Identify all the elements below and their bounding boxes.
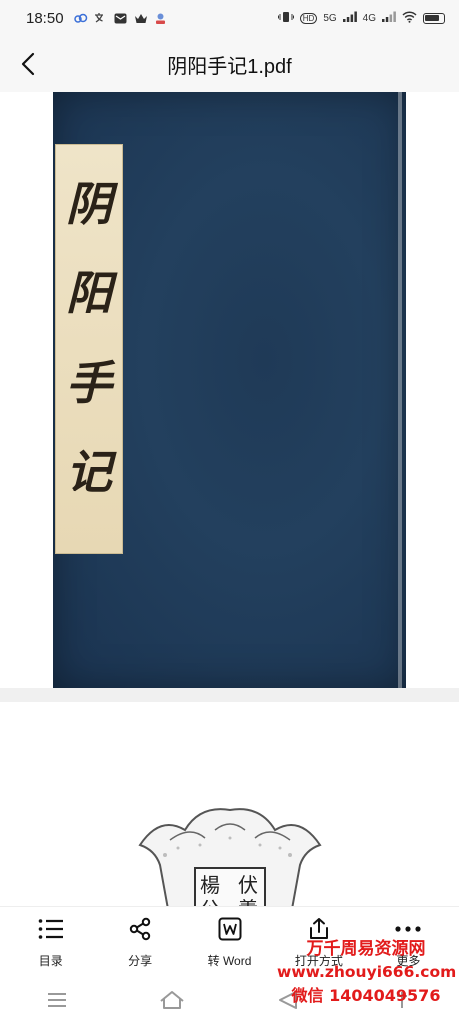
share-icon xyxy=(126,915,154,943)
cover-title-slip: 阴 阳 手 记 xyxy=(55,144,123,554)
open-with-button[interactable]: 打开方式 xyxy=(274,915,363,969)
recent-apps-button[interactable] xyxy=(37,984,77,1016)
pdf-viewer[interactable]: 阴 阳 手 记 伏 羲 楊 公 xyxy=(0,92,459,906)
signal-icon-2 xyxy=(382,11,396,25)
back-nav-icon xyxy=(278,991,297,1009)
back-button[interactable] xyxy=(0,36,56,92)
seal-char: 公 xyxy=(200,897,220,906)
status-right-group: HD 5G 4G xyxy=(277,10,445,26)
share-label: 分享 xyxy=(128,953,153,968)
open-with-icon xyxy=(305,915,333,943)
status-bar: 18:50 HD 5G 4G xyxy=(0,0,459,36)
network-4g-label: 4G xyxy=(362,12,376,24)
nav-extra-button[interactable] xyxy=(382,984,422,1016)
cover-spine-edge xyxy=(398,92,402,688)
seal-char: 羲 xyxy=(238,897,258,906)
document-title: 阴阳手记1.pdf xyxy=(167,55,292,78)
home-button[interactable] xyxy=(152,984,192,1016)
seal-char: 伏 xyxy=(238,873,258,897)
seal-illustration: 伏 羲 楊 公 xyxy=(138,808,322,906)
home-icon xyxy=(160,991,184,1009)
toc-icon xyxy=(37,915,65,943)
seal-char: 楊 xyxy=(200,873,220,897)
convert-word-button[interactable]: 转 Word xyxy=(185,915,274,969)
back-arrow-icon xyxy=(21,52,35,76)
vibrate-icon xyxy=(277,11,294,26)
back-nav-button[interactable] xyxy=(267,984,307,1016)
network-5g-label: 5G xyxy=(323,12,337,24)
share-button[interactable]: 分享 xyxy=(95,915,184,969)
more-button[interactable]: 更多 xyxy=(364,915,453,969)
menu-icon xyxy=(48,993,67,1007)
cloud-icon xyxy=(73,11,88,25)
pdf-page-2: 伏 羲 楊 公 xyxy=(0,702,459,906)
toc-label: 目录 xyxy=(38,953,63,968)
pdf-page-cover: 阴 阳 手 记 xyxy=(53,92,406,688)
nav-extra-icon xyxy=(396,992,407,1008)
more-label: 更多 xyxy=(396,953,421,968)
convert-word-label: 转 Word xyxy=(207,953,252,968)
page-separator xyxy=(0,688,459,702)
more-icon xyxy=(394,915,422,943)
cover-title-char: 阳 xyxy=(66,266,112,321)
toc-button[interactable]: 目录 xyxy=(6,915,95,969)
bottom-toolbar: 目录 分享 转 Word 打开方式 更多 xyxy=(0,906,459,976)
app-bar: 阴阳手记1.pdf xyxy=(0,36,459,92)
mail-icon xyxy=(114,11,128,25)
status-time: 18:50 xyxy=(26,9,64,27)
crown-icon xyxy=(134,11,148,25)
word-icon xyxy=(216,915,244,943)
open-with-label: 打开方式 xyxy=(294,953,343,968)
battery-icon xyxy=(423,12,445,24)
cover-title-char: 阴 xyxy=(66,176,112,231)
app-icon xyxy=(154,11,168,25)
notification-icons xyxy=(73,11,168,25)
translate-icon xyxy=(94,11,108,25)
system-nav-bar xyxy=(0,976,459,1024)
cover-title-char: 记 xyxy=(66,445,112,500)
cover-title-char: 手 xyxy=(66,355,112,410)
wifi-icon xyxy=(402,10,417,26)
hd-badge: HD xyxy=(299,12,318,24)
signal-icon xyxy=(342,11,357,25)
